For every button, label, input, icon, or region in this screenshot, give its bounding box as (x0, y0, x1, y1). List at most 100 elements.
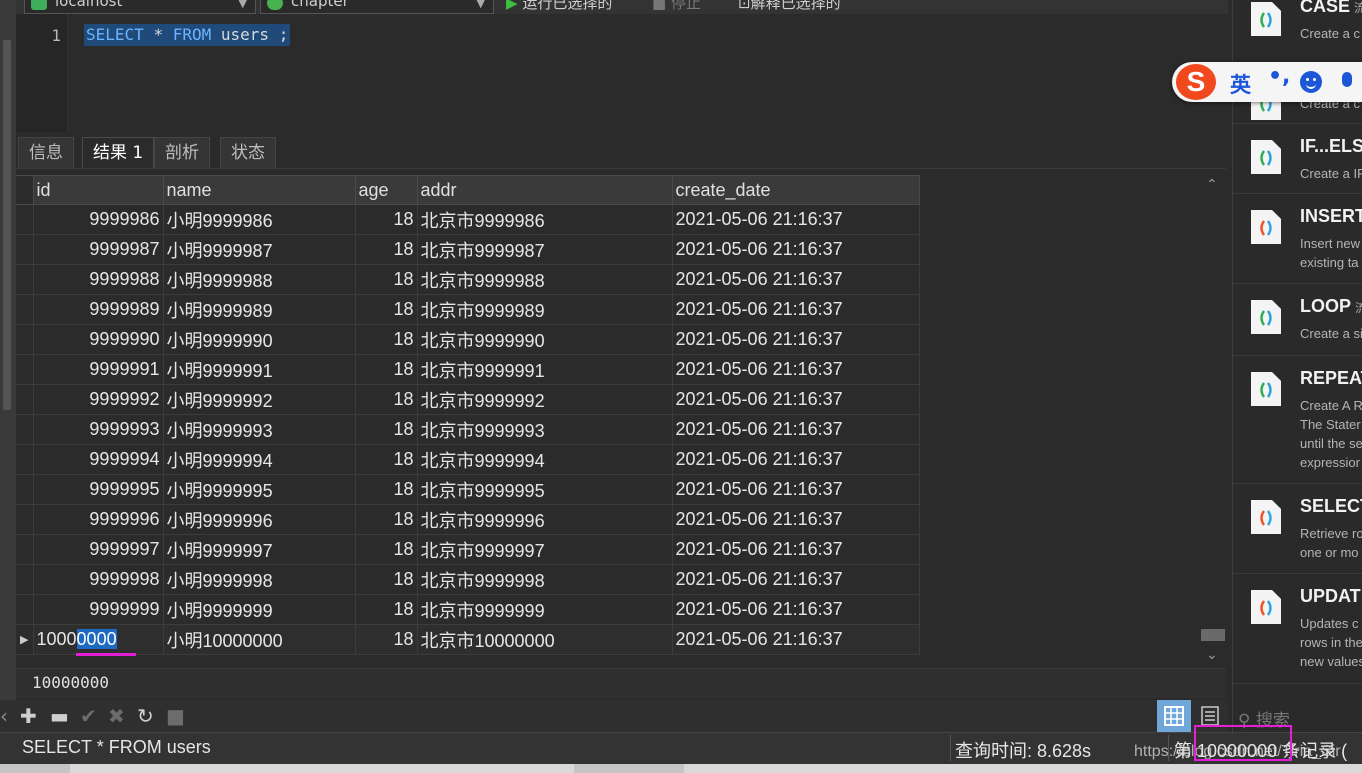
cell-create-date[interactable]: 2021-05-06 21:16:37 (671, 264, 920, 295)
emoji-icon[interactable] (1300, 71, 1322, 93)
cell-name[interactable]: 小明9999990 (162, 324, 356, 355)
cell-id[interactable]: 9999987 (32, 234, 164, 265)
table-row[interactable]: 9999993 小明9999993 18 北京市9999993 2021-05-06 2… (16, 414, 920, 445)
ime-language-toggle[interactable]: 英 (1230, 69, 1251, 99)
cell-addr[interactable]: 北京市9999987 (416, 234, 673, 265)
cell-create-date[interactable]: 2021-05-06 21:16:37 (671, 414, 920, 445)
cell-name[interactable]: 小明9999986 (162, 204, 356, 235)
cell-name[interactable]: 小明9999994 (162, 444, 356, 475)
cell-id[interactable]: 9999989 (32, 294, 164, 325)
apply-check-icon[interactable]: ✔ (80, 705, 97, 727)
cell-create-date[interactable]: 2021-05-06 21:16:37 (671, 594, 920, 625)
result-grid[interactable]: id name age addr create_date 9999986 小明99… (16, 175, 1200, 665)
cell-id[interactable]: 9999993 (32, 414, 164, 445)
discard-x-icon[interactable]: ✖ (108, 705, 125, 727)
column-header-id[interactable]: id (32, 175, 164, 205)
add-record-icon[interactable]: ✚ (20, 705, 37, 727)
cell-id[interactable]: 9999994 (32, 444, 164, 475)
snippet-item[interactable]: REPEAT Create A R The Stater until the se… (1233, 356, 1362, 484)
snippet-item[interactable]: INSERT Insert new existing ta (1233, 194, 1362, 284)
cell-addr[interactable]: 北京市10000000 (416, 624, 673, 655)
cell-age[interactable]: 18 (354, 354, 418, 385)
cell-name[interactable]: 小明9999992 (162, 384, 356, 415)
cell-create-date[interactable]: 2021-05-06 21:16:37 (671, 564, 920, 595)
table-row[interactable]: 9999988 小明9999988 18 北京市9999988 2021-05-06 2… (16, 264, 920, 295)
cell-name[interactable]: 小明9999987 (162, 234, 356, 265)
code-line-selected[interactable]: SELECT * FROM users ; (84, 24, 291, 46)
cell-name[interactable]: 小明9999988 (162, 264, 356, 295)
cell-age[interactable]: 18 (354, 384, 418, 415)
cell-age[interactable]: 18 (354, 624, 418, 655)
cell-age[interactable]: 18 (354, 324, 418, 355)
cell-name[interactable]: 小明9999996 (162, 504, 356, 535)
cell-addr[interactable]: 北京市9999986 (416, 204, 673, 235)
cell-name[interactable]: 小明9999999 (162, 594, 356, 625)
sql-editor[interactable]: 1 SELECT * FROM users ; (16, 14, 1226, 132)
cell-create-date[interactable]: 2021-05-06 21:16:37 (671, 504, 920, 535)
snippet-item[interactable]: UPDAT Updates c rows in the new values (1233, 574, 1362, 684)
cell-name[interactable]: 小明9999989 (162, 294, 356, 325)
cell-addr[interactable]: 北京市9999998 (416, 564, 673, 595)
table-row[interactable]: 9999990 小明9999990 18 北京市9999990 2021-05-06 2… (16, 324, 920, 355)
cell-name[interactable]: 小明9999991 (162, 354, 356, 385)
snippet-item[interactable]: CASE流 Create a c (1233, 0, 1362, 70)
cell-create-date[interactable]: 2021-05-06 21:16:37 (671, 324, 920, 355)
cell-id[interactable]: 9999998 (32, 564, 164, 595)
code-area[interactable]: SELECT * FROM users ; (68, 14, 1226, 132)
run-selected-button[interactable]: ▶ 运行已选择的 (506, 0, 612, 13)
cell-name[interactable]: 小明10000000 (162, 624, 356, 655)
cell-addr[interactable]: 北京市9999989 (416, 294, 673, 325)
cell-name[interactable]: 小明9999997 (162, 534, 356, 565)
cell-name[interactable]: 小明9999995 (162, 474, 356, 505)
cell-age[interactable]: 18 (354, 264, 418, 295)
cell-age[interactable]: 18 (354, 564, 418, 595)
cell-create-date[interactable]: 2021-05-06 21:16:37 (671, 354, 920, 385)
cell-addr[interactable]: 北京市9999990 (416, 324, 673, 355)
snippet-item[interactable]: LOOP流 Create a si (1233, 284, 1362, 356)
chevron-left-icon[interactable]: ‹ (0, 705, 8, 727)
refresh-icon[interactable]: ↻ (137, 705, 154, 727)
cell-create-date[interactable]: 2021-05-06 21:16:37 (671, 204, 920, 235)
cell-age[interactable]: 18 (354, 414, 418, 445)
snippet-item[interactable]: IF...ELS Create a IF (1233, 124, 1362, 194)
cell-addr[interactable]: 北京市9999995 (416, 474, 673, 505)
table-row[interactable]: 9999998 小明9999998 18 北京市9999998 2021-05-06 2… (16, 564, 920, 595)
snippet-item[interactable]: SELECT Retrieve ro one or mo (1233, 484, 1362, 574)
table-row[interactable]: 9999995 小明9999995 18 北京市9999995 2021-05-06 2… (16, 474, 920, 505)
column-header-addr[interactable]: addr (416, 175, 673, 205)
cell-age[interactable]: 18 (354, 444, 418, 475)
cell-addr[interactable]: 北京市9999988 (416, 264, 673, 295)
cell-age[interactable]: 18 (354, 204, 418, 235)
tab-status[interactable]: 状态 (220, 137, 276, 168)
grid-view-button[interactable] (1157, 700, 1191, 732)
tab-result-1[interactable]: 结果 1 (82, 137, 155, 168)
column-header-create-date[interactable]: create_date (671, 175, 920, 205)
cell-id[interactable]: 10000000 (32, 624, 164, 655)
cell-id[interactable]: 9999988 (32, 264, 164, 295)
cell-addr[interactable]: 北京市9999992 (416, 384, 673, 415)
grid-vertical-scrollbar[interactable]: ⌃ ⌄ (1200, 175, 1226, 665)
chevron-down-icon[interactable]: ⌄ (1206, 647, 1218, 663)
column-header-name[interactable]: name (162, 175, 356, 205)
table-row[interactable]: 9999994 小明9999994 18 北京市9999994 2021-05-06 2… (16, 444, 920, 475)
scroll-thumb[interactable] (1201, 629, 1225, 641)
cell-age[interactable]: 18 (354, 234, 418, 265)
table-row[interactable]: 9999999 小明9999999 18 北京市9999999 2021-05-06 2… (16, 594, 920, 625)
table-row[interactable]: 9999992 小明9999992 18 北京市9999992 2021-05-06 2… (16, 384, 920, 415)
cell-create-date[interactable]: 2021-05-06 21:16:37 (671, 624, 920, 655)
cell-id[interactable]: 9999996 (32, 504, 164, 535)
chevron-up-icon[interactable]: ⌃ (1206, 177, 1218, 193)
table-row[interactable]: 9999997 小明9999997 18 北京市9999997 2021-05-06 2… (16, 534, 920, 565)
cell-create-date[interactable]: 2021-05-06 21:16:37 (671, 384, 920, 415)
cell-id[interactable]: 9999991 (32, 354, 164, 385)
ime-toolbar[interactable]: S 英 •, (1172, 62, 1362, 102)
column-header-age[interactable]: age (354, 175, 418, 205)
left-scroll-thumb[interactable] (3, 40, 11, 410)
stop-button[interactable]: ■ 停止 (652, 0, 701, 13)
cell-addr[interactable]: 北京市9999994 (416, 444, 673, 475)
cell-create-date[interactable]: 2021-05-06 21:16:37 (671, 474, 920, 505)
cell-addr[interactable]: 北京市9999999 (416, 594, 673, 625)
database-select[interactable]: chapter ▼ (260, 0, 494, 14)
tab-profile[interactable]: 剖析 (154, 137, 210, 168)
cell-addr[interactable]: 北京市9999996 (416, 504, 673, 535)
